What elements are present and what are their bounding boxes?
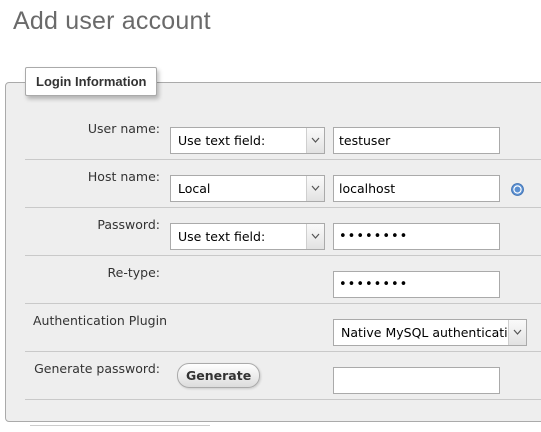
retype-row: Re-type: •••••••• xyxy=(25,255,541,304)
chevron-down-icon xyxy=(508,320,526,345)
retype-password-input[interactable]: •••••••• xyxy=(333,271,500,298)
chevron-down-icon xyxy=(306,224,324,249)
host-name-type-value: Local xyxy=(178,181,211,196)
fieldset-legend: Login Information xyxy=(25,67,158,96)
help-icon[interactable] xyxy=(511,183,524,196)
generate-button[interactable]: Generate xyxy=(177,363,261,388)
auth-plugin-select[interactable]: Native MySQL authentication xyxy=(333,319,527,346)
user-name-type-value: Use text field: xyxy=(178,133,266,148)
generate-password-row: Generate password: Generate xyxy=(25,351,541,400)
host-name-input[interactable]: localhost xyxy=(333,175,500,202)
host-name-label: Host name: xyxy=(87,169,160,184)
generated-password-input[interactable] xyxy=(333,367,500,394)
auth-plugin-row: Authentication Plugin Native MySQL authe… xyxy=(25,303,541,352)
user-name-row: User name: Use text field: testuser xyxy=(25,111,541,160)
retype-label: Re-type: xyxy=(107,265,160,280)
chevron-down-icon xyxy=(306,176,324,201)
generate-password-label: Generate password: xyxy=(34,361,160,376)
user-name-input[interactable]: testuser xyxy=(333,127,500,154)
password-type-value: Use text field: xyxy=(178,229,266,244)
password-type-select[interactable]: Use text field: xyxy=(170,223,325,250)
password-input[interactable]: •••••••• xyxy=(333,223,500,250)
password-row: Password: Use text field: •••••••• xyxy=(25,207,541,256)
user-name-type-select[interactable]: Use text field: xyxy=(170,127,325,154)
page-title: Add user account xyxy=(13,7,211,35)
auth-plugin-label: Authentication Plugin xyxy=(33,313,167,328)
chevron-down-icon xyxy=(306,128,324,153)
host-name-type-select[interactable]: Local xyxy=(170,175,325,202)
host-name-row: Host name: Local localhost xyxy=(25,159,541,208)
user-name-label: User name: xyxy=(87,121,160,136)
password-label: Password: xyxy=(97,217,160,232)
auth-plugin-value: Native MySQL authentication xyxy=(341,325,524,340)
